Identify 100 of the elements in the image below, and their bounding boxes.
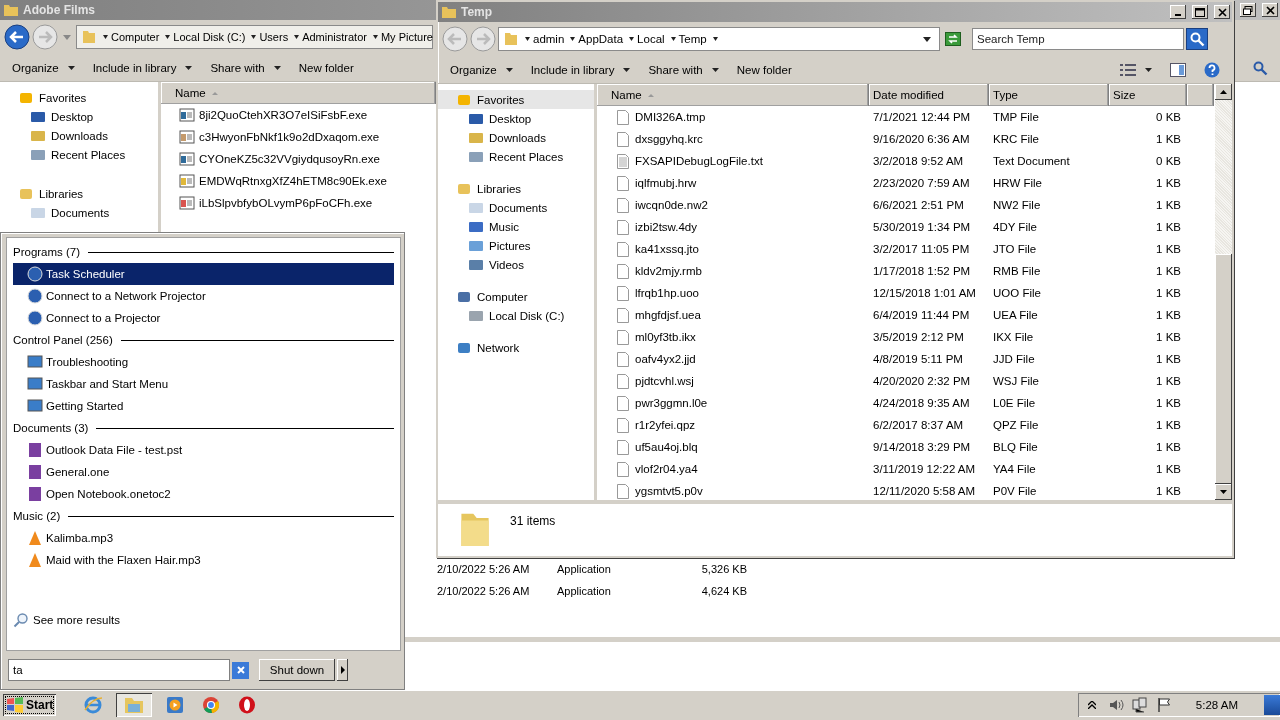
- search-result[interactable]: Taskbar and Start Menu: [13, 373, 394, 395]
- nav-item[interactable]: Pictures: [438, 236, 594, 255]
- scroll-up-icon[interactable]: [1220, 90, 1227, 94]
- file-name[interactable]: FXSAPIDebugLogFile.txt: [597, 153, 869, 169]
- nav-item[interactable]: Documents: [0, 203, 158, 222]
- nav-item[interactable]: Downloads: [0, 126, 158, 145]
- toolbar-button[interactable]: Include in library: [86, 57, 199, 78]
- maximize-button[interactable]: [1192, 5, 1208, 19]
- file-name[interactable]: pwr3ggmn.l0e: [597, 395, 869, 411]
- scrollbar[interactable]: [1215, 84, 1232, 500]
- breadcrumb[interactable]: admin: [533, 33, 565, 45]
- breadcrumb[interactable]: Administrator: [302, 31, 367, 43]
- column-header[interactable]: Date modified: [869, 84, 989, 106]
- file-name[interactable]: lfrqb1hp.uoo: [597, 285, 869, 301]
- scroll-down-icon[interactable]: [1220, 490, 1227, 494]
- file-name[interactable]: mhgfdjsf.uea: [597, 307, 869, 323]
- nav-item[interactable]: Recent Places: [438, 147, 594, 166]
- file-item[interactable]: c3HwyonFbNkf1k9o2dDxaqom.exe: [161, 126, 380, 148]
- breadcrumb[interactable]: My Picture: [380, 31, 433, 43]
- nav-item[interactable]: Favorites: [438, 90, 594, 109]
- nav-item[interactable]: Desktop: [438, 109, 594, 128]
- address-bar[interactable]: Computer Local Disk (C:) Users Administrator My Picture: [76, 25, 433, 49]
- nav-item[interactable]: Recent Places: [0, 145, 158, 164]
- search-result[interactable]: Getting Started: [13, 395, 394, 417]
- breadcrumb[interactable]: AppData: [578, 33, 624, 45]
- search-result[interactable]: Troubleshooting: [13, 351, 394, 373]
- file-name[interactable]: izbi2tsw.4dy: [597, 219, 869, 235]
- network-icon[interactable]: [1131, 697, 1148, 713]
- address-bar[interactable]: admin AppData Local Temp: [498, 27, 940, 51]
- breadcrumb[interactable]: Local Disk (C:): [173, 31, 246, 43]
- file-name[interactable]: dxsggyhq.krc: [597, 131, 869, 147]
- dropdown-caret-icon[interactable]: [923, 36, 931, 42]
- file-name[interactable]: kldv2mjy.rmb: [597, 263, 869, 279]
- speaker-icon[interactable]: [1107, 697, 1124, 713]
- file-name[interactable]: ka41xssq.jto: [597, 241, 869, 257]
- explorer-button[interactable]: [116, 693, 153, 717]
- file-name[interactable]: ygsmtvt5.p0v: [597, 483, 869, 499]
- search-result[interactable]: Task Scheduler: [13, 263, 394, 285]
- file-item[interactable]: iLbSlpvbfybOLvymP6pFoCFh.exe: [161, 192, 373, 214]
- search-result[interactable]: Maid with the Flaxen Hair.mp3: [13, 549, 394, 571]
- toolbar-button[interactable]: Share with: [204, 57, 287, 78]
- file-name[interactable]: uf5au4oj.blq: [597, 439, 869, 455]
- nav-item[interactable]: Computer: [438, 287, 594, 306]
- search-result[interactable]: Kalimba.mp3: [13, 527, 394, 549]
- nav-item[interactable]: Videos: [438, 255, 594, 274]
- nav-item[interactable]: Desktop: [0, 107, 158, 126]
- toolbar-button[interactable]: New folder: [730, 59, 798, 80]
- search-result[interactable]: Outlook Data File - test.pst: [13, 439, 394, 461]
- flag-icon[interactable]: [1155, 697, 1172, 713]
- file-item[interactable]: 8ji2QuoCtehXR3O7eISiFsbF.exe: [161, 104, 368, 126]
- shut-down-button[interactable]: Shut down: [259, 659, 335, 681]
- nav-item[interactable]: Documents: [438, 198, 594, 217]
- toolbar-button[interactable]: Share with: [642, 59, 725, 80]
- search-field[interactable]: ta: [8, 659, 230, 681]
- column-header[interactable]: Size: [1109, 84, 1187, 106]
- column-header[interactable]: [1187, 84, 1214, 106]
- toolbar-button[interactable]: Include in library: [524, 59, 637, 80]
- clear-button[interactable]: [232, 661, 249, 679]
- file-name[interactable]: DMI326A.tmp: [597, 109, 869, 125]
- back-button[interactable]: [4, 24, 30, 50]
- file-name[interactable]: oafv4yx2.jjd: [597, 351, 869, 367]
- search-result[interactable]: Connect to a Network Projector: [13, 285, 394, 307]
- column-header[interactable]: Name: [597, 84, 869, 106]
- restore-button[interactable]: [1240, 3, 1256, 17]
- breadcrumb[interactable]: Temp: [678, 33, 707, 45]
- nav-item[interactable]: Favorites: [0, 88, 158, 107]
- toolbar-button[interactable]: New folder: [292, 57, 360, 78]
- search-result[interactable]: Connect to a Projector: [13, 307, 394, 329]
- file-name[interactable]: pjdtcvhl.wsj: [597, 373, 869, 389]
- breadcrumb[interactable]: Users: [259, 31, 289, 43]
- file-name[interactable]: vlof2r04.ya4: [597, 461, 869, 477]
- file-name[interactable]: ml0yf3tb.ikx: [597, 329, 869, 345]
- column-header[interactable]: Name: [161, 82, 436, 104]
- column-header[interactable]: Type: [989, 84, 1109, 106]
- breadcrumb[interactable]: Local: [637, 33, 665, 45]
- file-item[interactable]: CYOneKZ5c32VVgiydqusoyRn.exe: [161, 148, 380, 170]
- search-field[interactable]: Search Temp: [972, 28, 1184, 50]
- nav-item[interactable]: Local Disk (C:): [438, 306, 594, 325]
- close-button[interactable]: [1214, 5, 1230, 19]
- breadcrumb[interactable]: Computer: [111, 31, 160, 43]
- start-button[interactable]: Start: [3, 694, 57, 716]
- file-name[interactable]: iwcqn0de.nw2: [597, 197, 869, 213]
- close-button[interactable]: [1262, 3, 1278, 17]
- nav-item[interactable]: Libraries: [438, 179, 594, 198]
- toolbar-button[interactable]: Organize: [444, 59, 519, 80]
- file-name[interactable]: r1r2yfei.qpz: [597, 417, 869, 433]
- nav-item[interactable]: Libraries: [0, 184, 158, 203]
- see-more-results-link[interactable]: See more results: [13, 609, 394, 631]
- nav-item[interactable]: Downloads: [438, 128, 594, 147]
- clock[interactable]: 5:28 AM: [1195, 699, 1238, 711]
- minimize-button[interactable]: [1170, 5, 1186, 19]
- search-button[interactable]: [1186, 28, 1208, 50]
- toolbar-button[interactable]: Organize: [6, 57, 81, 78]
- file-name[interactable]: iqlfmubj.hrw: [597, 175, 869, 191]
- search-result[interactable]: Open Notebook.onetoc2: [13, 483, 394, 505]
- shut-down-options-button[interactable]: [337, 659, 348, 681]
- nav-item[interactable]: Network: [438, 338, 594, 357]
- file-item[interactable]: EMDWqRtnxgXfZ4hETM8c90Ek.exe: [161, 170, 387, 192]
- search-result[interactable]: General.one: [13, 461, 394, 483]
- nav-item[interactable]: Music: [438, 217, 594, 236]
